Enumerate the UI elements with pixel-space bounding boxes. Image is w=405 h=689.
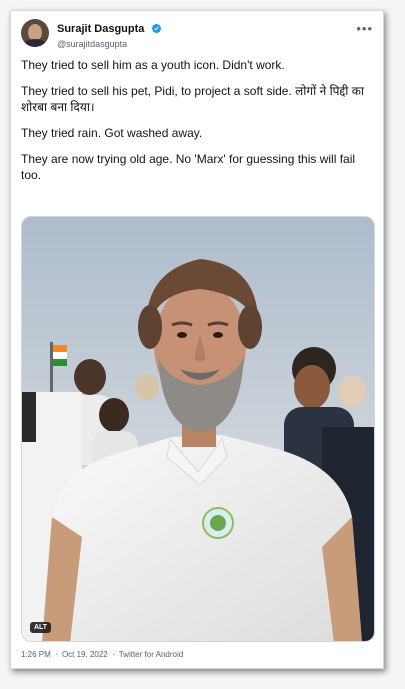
tweet-card: Surajit Dasgupta @surajitdasgupta ••• Th…	[10, 10, 384, 669]
meta-separator: ·	[111, 650, 115, 659]
tweet-source: Twitter for Android	[118, 650, 184, 659]
tweet-paragraph: They are now trying old age. No 'Marx' f…	[21, 152, 359, 182]
tweet-meta: 1:26 PM · Oct 19, 2022 · Twitter for And…	[21, 650, 185, 659]
tweet-photo[interactable]: ALT	[21, 216, 375, 642]
tweet-paragraph: They tried to sell his pet, Pidi, to pro…	[21, 84, 368, 114]
tweet-body: They tried to sell him as a youth icon. …	[21, 57, 375, 193]
author-handle[interactable]: @surajitdasgupta	[57, 38, 162, 50]
author-display-name[interactable]: Surajit Dasgupta	[57, 22, 144, 36]
verified-badge-icon	[151, 24, 162, 34]
tweet-time[interactable]: 1:26 PM	[21, 650, 51, 659]
tweet-header: Surajit Dasgupta @surajitdasgupta •••	[21, 19, 373, 53]
tweet-paragraph: They tried to sell him as a youth icon. …	[21, 58, 285, 72]
more-options-icon[interactable]: •••	[356, 21, 373, 36]
tweet-date[interactable]: Oct 19, 2022	[62, 650, 108, 659]
avatar[interactable]	[21, 19, 49, 47]
meta-separator: ·	[55, 650, 58, 659]
photo-image	[22, 217, 374, 641]
alt-text-badge[interactable]: ALT	[30, 622, 52, 633]
author-names: Surajit Dasgupta @surajitdasgupta	[57, 20, 162, 50]
tweet-paragraph: They tried rain. Got washed away.	[21, 126, 203, 140]
avatar-body	[23, 39, 47, 47]
